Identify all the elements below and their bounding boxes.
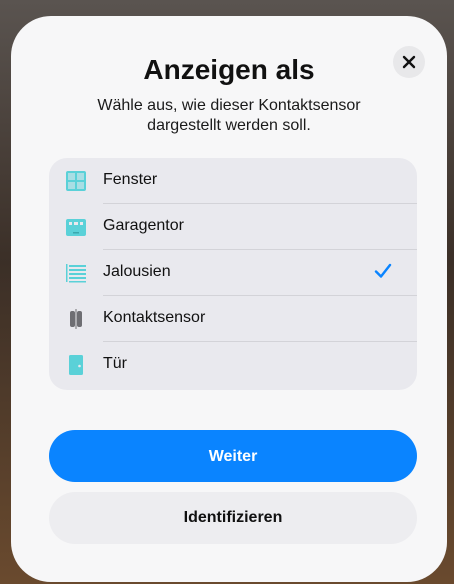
option-label: Jalousien xyxy=(103,263,171,280)
option-tuer[interactable]: Tür xyxy=(49,342,417,388)
checkmark-icon xyxy=(373,261,393,286)
dialog-sheet: Anzeigen als Wähle aus, wie dieser Konta… xyxy=(11,16,447,582)
option-garagentor[interactable]: Garagentor xyxy=(49,204,417,250)
option-list: Fenster Garagentor Jalousien Kontaktsens… xyxy=(49,158,417,390)
option-label: Fenster xyxy=(103,171,158,188)
option-jalousien[interactable]: Jalousien xyxy=(49,250,417,296)
continue-button[interactable]: Weiter xyxy=(49,430,417,482)
dialog-title: Anzeigen als xyxy=(143,54,315,85)
option-label: Tür xyxy=(103,355,127,372)
contact-sensor-icon xyxy=(65,308,87,330)
option-label: Garagentor xyxy=(103,217,184,234)
garage-door-icon xyxy=(65,216,87,238)
option-fenster[interactable]: Fenster xyxy=(49,158,417,204)
option-kontaktsensor[interactable]: Kontaktsensor xyxy=(49,296,417,342)
window-icon xyxy=(65,170,87,192)
blinds-icon xyxy=(65,262,87,284)
dialog-subtitle: Wähle aus, wie dieser Kontaktsensor darg… xyxy=(97,97,361,134)
door-icon xyxy=(65,354,87,376)
identify-button[interactable]: Identifizieren xyxy=(49,492,417,544)
option-label: Kontaktsensor xyxy=(103,309,206,326)
